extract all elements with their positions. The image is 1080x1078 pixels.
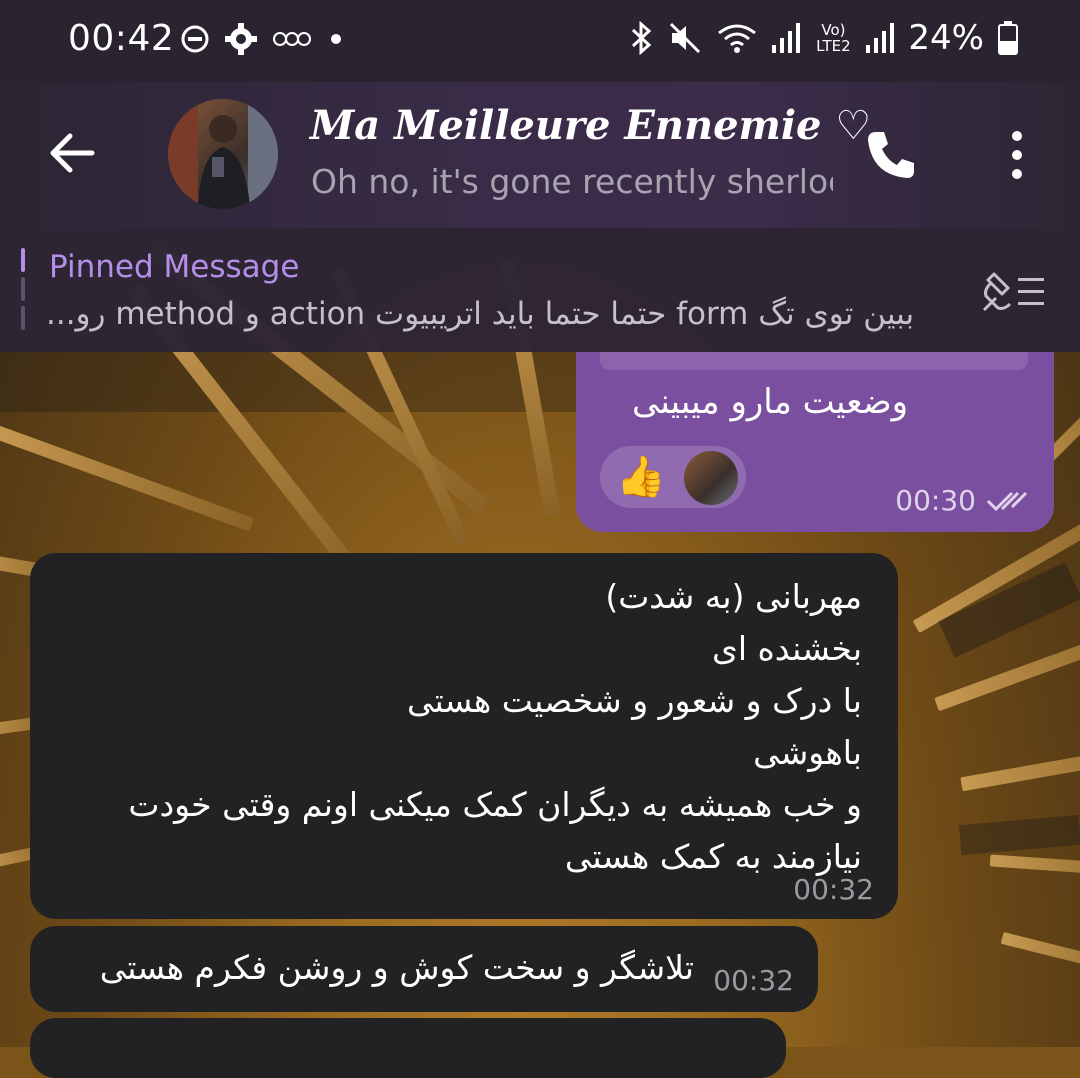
bluetooth-icon [632,21,652,55]
message-time: 00:30 [895,484,976,517]
contact-avatar[interactable] [168,99,278,209]
wifi-icon [718,24,757,53]
message-line: باهوشی [753,733,862,772]
back-arrow-icon[interactable] [46,127,98,179]
message-line: و خب همیشه به دیگران کمک میکنی اونم وقتی… [128,785,862,824]
message-time: 00:32 [713,964,794,997]
voicemail-icon [273,32,311,46]
status-bar: 00:42 Vo) LTE2 24% [0,0,1080,82]
more-options-icon[interactable] [1005,128,1029,182]
message-line: مهربانی (به شدت) [605,577,862,616]
message-line: با درک و شعور و شخصیت هستی [406,681,862,720]
message-bubble-incoming[interactable]: مهربانی (به شدت) بخشنده ای با درک و شعور… [30,553,898,919]
thumbs-up-icon: 👍 [616,454,666,500]
dnd-icon [181,25,209,53]
network-label: Vo) LTE2 [816,21,851,55]
double-check-icon [986,491,1028,511]
chat-title[interactable]: Ma Meilleure Ennemie ♡ [310,102,871,149]
message-line: نیازمند به کمک هستی [564,837,862,876]
settings-icon [225,23,257,55]
chat-subtitle: Oh no, it's gone recently sherlock [311,162,833,201]
message-line: تلاشگر و سخت کوش و روشن فکرم هستی [99,948,694,987]
signal-icon [866,23,895,53]
pin-list-icon[interactable] [980,270,1050,314]
mute-icon [670,22,701,54]
phone-icon[interactable] [864,128,918,182]
reaction-avatar [684,451,738,505]
battery-icon [998,21,1018,55]
pinned-text: ببین توی تگ form حتما حتما باید اتریبیوت… [46,296,915,332]
pinned-indicator [21,248,25,330]
reply-quote[interactable] [600,352,1028,370]
pinned-message-bar[interactable]: Pinned Message ببین توی تگ form حتما حتم… [0,228,1080,352]
message-bubble-incoming[interactable]: تلاشگر و سخت کوش و روشن فکرم هستی 00:32 [30,926,818,1012]
battery-percent: 24% [908,18,984,58]
pinned-label: Pinned Message [49,249,300,285]
message-text: وضعیت مارو میبینی [632,382,908,422]
signal-icon [772,23,801,53]
reaction-chip[interactable]: 👍 [600,446,746,508]
message-time: 00:32 [793,873,874,906]
status-time: 00:42 [68,18,175,59]
dot-icon [331,34,341,44]
message-line: بخشنده ای [712,629,862,668]
message-bubble-incoming[interactable] [30,1018,786,1078]
message-bubble-outgoing[interactable]: وضعیت مارو میبینی 👍 00:30 [576,352,1054,532]
chat-header: Ma Meilleure Ennemie ♡ Oh no, it's gone … [0,82,1080,228]
